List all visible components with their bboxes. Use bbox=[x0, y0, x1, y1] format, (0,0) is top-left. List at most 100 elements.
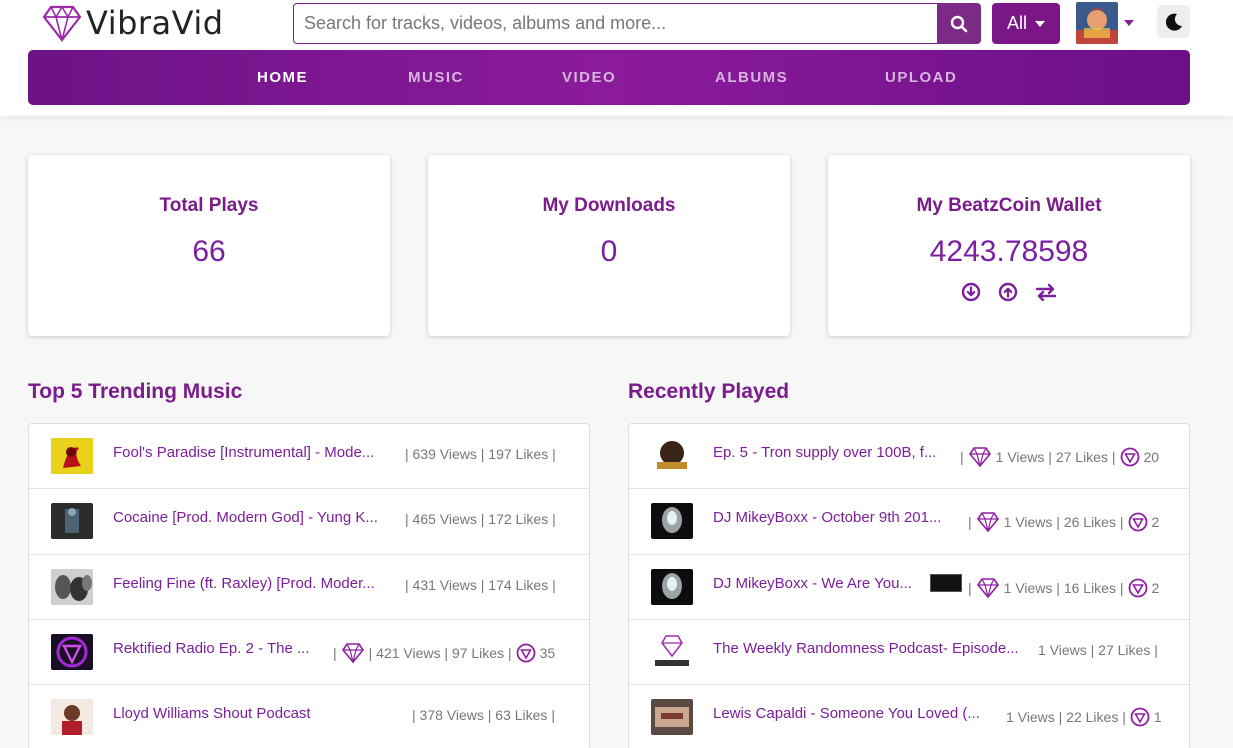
track-title-link[interactable]: Lloyd Williams Shout Podcast bbox=[113, 705, 393, 722]
list-item[interactable]: Lloyd Williams Shout Podcast | 378 Views… bbox=[29, 685, 589, 748]
nav-home[interactable]: HOME bbox=[257, 50, 308, 105]
list-item[interactable]: Fool's Paradise [Instrumental] - Mode...… bbox=[29, 424, 589, 490]
gem-icon bbox=[976, 512, 999, 533]
list-item[interactable]: Cocaine [Prod. Modern God] - Yung K... |… bbox=[29, 489, 589, 555]
track-thumbnail[interactable] bbox=[651, 438, 693, 474]
main-navbar: HOME MUSIC VIDEO ALBUMS UPLOAD bbox=[28, 50, 1190, 105]
track-thumbnail[interactable] bbox=[651, 503, 693, 540]
beatzcoin-icon bbox=[1120, 447, 1139, 467]
beatzcoin-icon bbox=[1130, 707, 1150, 727]
list-item[interactable]: The Weekly Randomness Podcast- Episode..… bbox=[629, 620, 1189, 686]
track-title-link[interactable]: Rektified Radio Ep. 2 - The ... bbox=[113, 640, 313, 657]
list-item[interactable]: Lewis Capaldi - Someone You Loved (... 1… bbox=[629, 685, 1189, 748]
nav-upload[interactable]: UPLOAD bbox=[885, 50, 957, 105]
coin-count: 35 bbox=[539, 644, 556, 661]
download-icon[interactable] bbox=[961, 282, 981, 302]
track-stats: | 431 Views | 174 Likes | bbox=[405, 576, 556, 593]
track-title-link[interactable]: Ep. 5 - Tron supply over 100B, f... bbox=[713, 444, 943, 461]
gem-icon bbox=[968, 447, 991, 468]
track-thumbnail[interactable] bbox=[651, 699, 693, 736]
views-likes: 1 Views | 27 Likes | bbox=[995, 449, 1116, 465]
track-stats: | 465 Views | 172 Likes | bbox=[405, 511, 556, 528]
track-thumbnail[interactable] bbox=[51, 503, 93, 540]
track-title-link[interactable]: The Weekly Randomness Podcast- Episode..… bbox=[713, 640, 1025, 657]
upload-icon[interactable] bbox=[998, 282, 1018, 302]
track-stats: | 1 Views | 26 Likes | 2 bbox=[968, 511, 1159, 533]
track-stats: 1 Views | 27 Likes | bbox=[1038, 641, 1158, 658]
total-plays-card: Total Plays 66 bbox=[28, 155, 390, 336]
chevron-down-icon bbox=[1035, 20, 1045, 27]
brand-name: VibraVid bbox=[86, 4, 224, 42]
list-item[interactable]: Rektified Radio Ep. 2 - The ... | | 421 … bbox=[29, 620, 589, 686]
wallet-actions bbox=[828, 282, 1190, 302]
search-icon bbox=[950, 15, 968, 32]
chevron-down-icon bbox=[1124, 20, 1134, 26]
gem-icon bbox=[976, 577, 999, 598]
list-item[interactable]: DJ MikeyBoxx - We Are You... | 1 Views |… bbox=[629, 555, 1189, 620]
filter-label: All bbox=[1006, 13, 1027, 33]
nav-video[interactable]: VIDEO bbox=[562, 50, 616, 105]
track-title-link[interactable]: Feeling Fine (ft. Raxley) [Prod. Moder..… bbox=[113, 575, 393, 592]
track-stats: | | 421 Views | 97 Likes | 35 bbox=[333, 642, 555, 664]
track-title-link[interactable]: Lewis Capaldi - Someone You Loved (... bbox=[713, 705, 987, 722]
views-likes: 1 Views | 22 Likes | bbox=[1006, 709, 1126, 726]
nav-albums[interactable]: ALBUMS bbox=[715, 50, 788, 105]
stats-separator: | bbox=[968, 579, 972, 596]
trending-list: Fool's Paradise [Instrumental] - Mode...… bbox=[28, 423, 590, 748]
recent-list: Ep. 5 - Tron supply over 100B, f... | 1 … bbox=[628, 423, 1190, 748]
card-title: My BeatzCoin Wallet bbox=[916, 195, 1102, 216]
theme-toggle-button[interactable] bbox=[1157, 5, 1190, 38]
trending-title: Top 5 Trending Music bbox=[28, 380, 243, 403]
track-thumbnail[interactable] bbox=[651, 568, 693, 605]
vibravid-logo[interactable]: VibraVid bbox=[42, 2, 224, 44]
track-thumbnail[interactable] bbox=[51, 633, 93, 670]
coin-count: 20 bbox=[1143, 449, 1160, 465]
transfer-icon[interactable] bbox=[1035, 283, 1057, 301]
list-item[interactable]: DJ MikeyBoxx - October 9th 201... | 1 Vi… bbox=[629, 489, 1189, 555]
search-button[interactable] bbox=[937, 3, 981, 44]
coin-count: 1 bbox=[1153, 709, 1162, 726]
beatzcoin-icon bbox=[1128, 512, 1147, 532]
track-title-link[interactable]: DJ MikeyBoxx - We Are You... bbox=[713, 575, 917, 592]
profile-menu[interactable] bbox=[1076, 2, 1134, 44]
track-stats: | 1 Views | 16 Likes | 2 bbox=[968, 577, 1159, 599]
top-header: VibraVid All H bbox=[0, 0, 1233, 116]
stats-separator: | bbox=[960, 449, 964, 465]
stats-separator: | bbox=[968, 514, 972, 531]
downloads-value: 0 bbox=[600, 235, 618, 268]
wallet-card: My BeatzCoin Wallet 4243.78598 bbox=[828, 155, 1190, 336]
card-title: Total Plays bbox=[159, 195, 259, 216]
track-title-link[interactable]: Cocaine [Prod. Modern God] - Yung K... bbox=[113, 509, 393, 526]
avatar[interactable] bbox=[1076, 2, 1118, 44]
search-bar bbox=[293, 3, 981, 44]
track-thumbnail[interactable] bbox=[51, 699, 93, 736]
coin-count: 2 bbox=[1151, 514, 1160, 531]
downloads-card: My Downloads 0 bbox=[428, 155, 790, 336]
track-thumbnail[interactable] bbox=[51, 568, 93, 605]
wallet-balance: 4243.78598 bbox=[929, 235, 1089, 268]
track-stats: | 378 Views | 63 Likes | bbox=[412, 707, 555, 724]
track-thumbnail[interactable] bbox=[51, 438, 93, 474]
stats-separator: | bbox=[333, 644, 337, 661]
track-stats: | 639 Views | 197 Likes | bbox=[405, 446, 556, 462]
track-title-link[interactable]: Fool's Paradise [Instrumental] - Mode... bbox=[113, 444, 393, 461]
coin-count: 2 bbox=[1151, 579, 1160, 596]
search-input[interactable] bbox=[293, 3, 937, 44]
card-title: My Downloads bbox=[542, 195, 676, 216]
track-title-link[interactable]: DJ MikeyBoxx - October 9th 201... bbox=[713, 509, 949, 526]
search-filter-dropdown[interactable]: All bbox=[992, 3, 1060, 44]
track-stats: 1 Views | 22 Likes | 1 bbox=[1006, 707, 1162, 727]
list-item[interactable]: Feeling Fine (ft. Raxley) [Prod. Moder..… bbox=[29, 555, 589, 620]
views-likes: 1 Views | 26 Likes | bbox=[1003, 514, 1124, 531]
recent-title: Recently Played bbox=[628, 380, 790, 403]
diamond-logo-icon bbox=[42, 5, 82, 42]
list-item[interactable]: Ep. 5 - Tron supply over 100B, f... | 1 … bbox=[629, 424, 1189, 490]
moon-icon bbox=[1165, 13, 1182, 31]
gem-icon bbox=[341, 643, 364, 664]
parental-advisory-icon bbox=[930, 573, 962, 592]
total-plays-value: 66 bbox=[192, 235, 226, 268]
nav-music[interactable]: MUSIC bbox=[408, 50, 464, 105]
views-likes: | 421 Views | 97 Likes | bbox=[368, 644, 512, 661]
views-likes: 1 Views | 16 Likes | bbox=[1003, 579, 1124, 596]
vibravid-thumbnail[interactable] bbox=[651, 633, 693, 670]
